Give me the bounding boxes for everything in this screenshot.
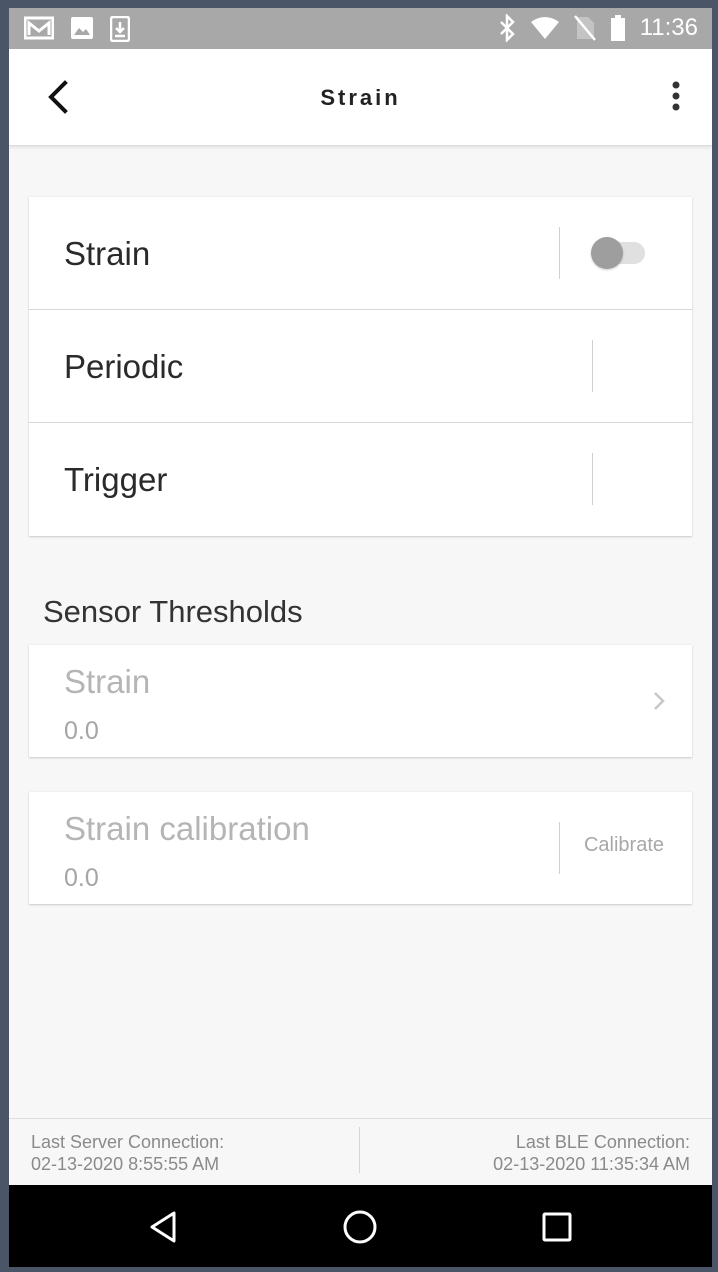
calibration-label: Strain calibration [64, 810, 310, 847]
recents-square-icon[interactable] [537, 1207, 577, 1247]
calibration-divider [559, 822, 560, 874]
settings-row-label: Trigger [64, 461, 168, 498]
server-connection-label: Last Server Connection: [31, 1132, 225, 1152]
chevron-right-icon [651, 689, 667, 713]
row-divider [592, 453, 593, 505]
battery-icon [610, 15, 626, 41]
server-connection-value: 02-13-2020 8:55:55 AM [31, 1154, 220, 1174]
threshold-label: Strain [64, 663, 151, 700]
row-divider [592, 340, 593, 392]
settings-row-strain[interactable]: Strain [29, 197, 692, 310]
settings-row-trigger[interactable]: Trigger [29, 423, 692, 536]
back-triangle-icon[interactable] [144, 1207, 184, 1247]
settings-row-label: Periodic [64, 348, 184, 385]
settings-card: Strain Periodic Trigger [29, 197, 692, 536]
switch-thumb [591, 237, 623, 269]
calibration-value: 0.0 [64, 864, 99, 892]
threshold-value: 0.0 [64, 717, 99, 745]
strain-toggle-switch[interactable] [591, 237, 647, 269]
status-bar: 11:36 [9, 8, 712, 49]
ble-connection-value: 02-13-2020 11:35:34 AM [493, 1154, 690, 1174]
page-title: Strain [320, 85, 401, 110]
calibrate-button[interactable]: Calibrate [574, 834, 674, 857]
settings-row-periodic[interactable]: Periodic [29, 310, 692, 423]
row-divider [559, 227, 560, 279]
bluetooth-icon [498, 14, 516, 42]
footer-divider [359, 1127, 360, 1173]
ble-connection-label: Last BLE Connection: [515, 1132, 690, 1152]
section-title-sensor-thresholds: Sensor Thresholds [43, 594, 303, 629]
home-circle-icon[interactable] [340, 1207, 380, 1247]
wifi-icon [530, 16, 560, 40]
more-vert-icon[interactable] [666, 79, 686, 115]
settings-row-label: Strain [64, 235, 151, 272]
system-nav-bar [9, 1185, 712, 1267]
strain-threshold-item[interactable]: Strain 0.0 [29, 645, 692, 757]
last-ble-connection: Last BLE Connection: 02-13-2020 11:35:34… [493, 1131, 690, 1175]
app-bar: Strain [9, 49, 712, 146]
last-server-connection: Last Server Connection: 02-13-2020 8:55:… [31, 1131, 224, 1175]
no-sim-icon [573, 15, 596, 41]
download-icon [110, 16, 130, 42]
strain-calibration-item: Strain calibration 0.0 Calibrate [29, 792, 692, 904]
device-screen: 11:36 Strain Strain Periodic Trigger Sen… [9, 8, 712, 1267]
status-time: 11:36 [639, 14, 698, 41]
gmail-icon [24, 16, 54, 42]
image-icon [70, 16, 94, 42]
connection-footer: Last Server Connection: 02-13-2020 8:55:… [9, 1118, 712, 1185]
